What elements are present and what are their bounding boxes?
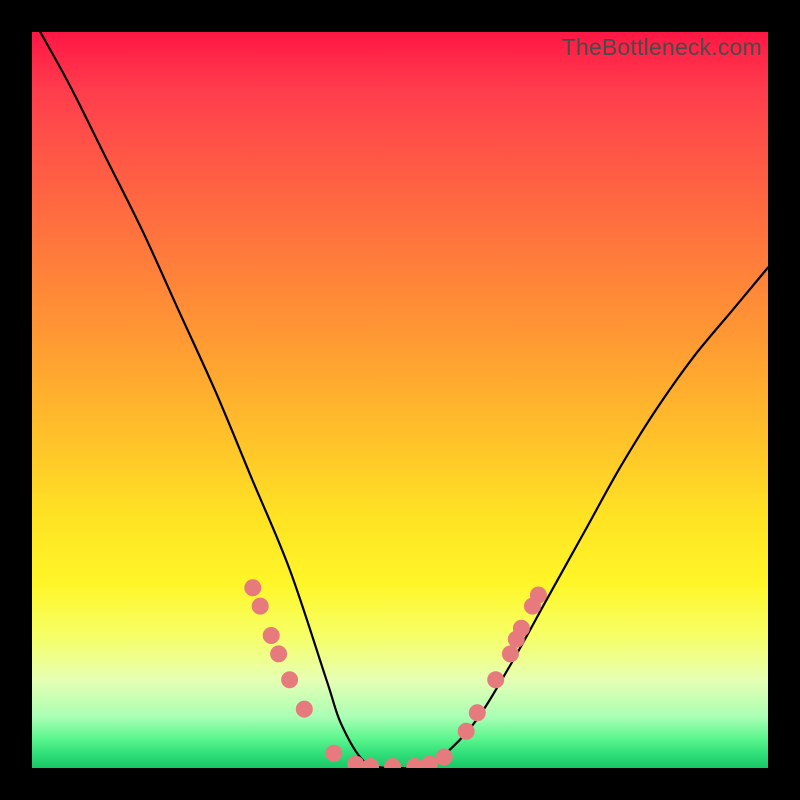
data-marker [363,759,379,769]
marker-group [245,580,547,768]
data-marker [263,628,279,644]
data-marker [513,620,529,636]
data-marker [458,723,474,739]
curve-layer [32,32,768,768]
bottleneck-curve-path [32,32,768,768]
data-marker [530,587,546,603]
data-marker [271,646,287,662]
data-marker [502,646,518,662]
data-marker [488,672,504,688]
data-marker [421,756,437,768]
data-marker [469,705,485,721]
data-marker [385,759,401,769]
data-marker [407,759,423,769]
data-marker [245,580,261,596]
chart-frame: TheBottleneck.com [0,0,800,800]
data-marker [252,598,268,614]
data-marker [282,672,298,688]
data-marker [436,749,452,765]
data-marker [296,701,312,717]
plot-area: TheBottleneck.com [32,32,768,768]
data-marker [326,745,342,761]
data-marker [348,756,364,768]
